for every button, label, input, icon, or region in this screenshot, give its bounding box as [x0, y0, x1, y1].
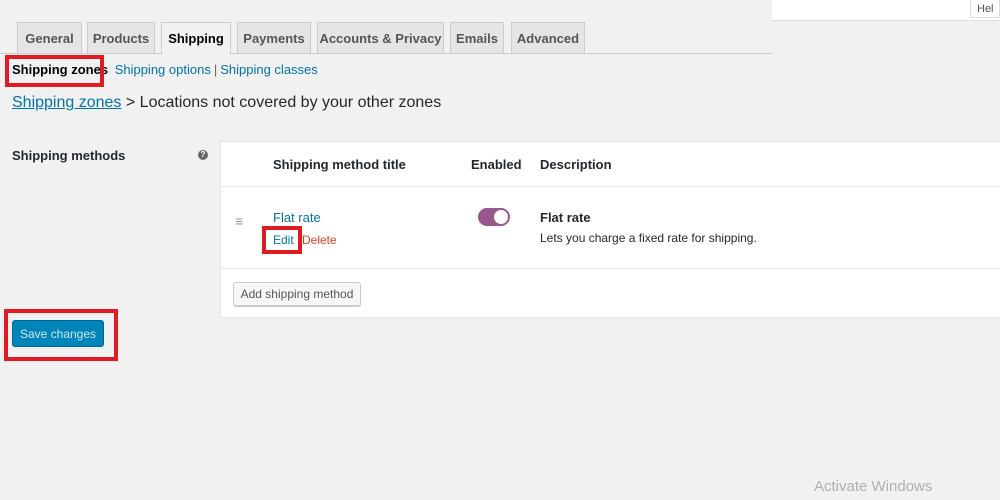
row-divider [220, 268, 1000, 269]
drag-handle-icon[interactable]: ≡ [235, 213, 243, 229]
description-text: Lets you charge a fixed rate for shippin… [540, 231, 757, 245]
method-title-flat-rate[interactable]: Flat rate [273, 210, 321, 225]
breadcrumb-current: Locations not covered by your other zone… [139, 94, 442, 111]
edit-method-link[interactable]: Edit [273, 233, 294, 247]
help-tip-icon[interactable]: ? [198, 150, 208, 160]
description-title: Flat rate [540, 210, 591, 225]
tab-payments[interactable]: Payments [237, 22, 311, 53]
column-header-title: Shipping method title [273, 157, 406, 172]
tab-advanced[interactable]: Advanced [511, 22, 585, 53]
header-divider [220, 186, 1000, 187]
breadcrumb-shipping-zones-link[interactable]: Shipping zones [12, 94, 121, 111]
subnav-shipping-zones[interactable]: Shipping zones [12, 62, 108, 77]
tab-emails[interactable]: Emails [450, 22, 504, 53]
delete-method-link[interactable]: Delete [302, 233, 337, 247]
help-strip: Hel [772, 0, 1000, 21]
subnav-shipping-options[interactable]: Shipping options [115, 62, 211, 77]
column-header-description: Description [540, 157, 612, 172]
activate-windows-watermark: Activate Windows [814, 478, 933, 495]
breadcrumb-separator: > [125, 94, 136, 111]
toggle-knob [494, 210, 508, 224]
shipping-subnav: Shipping zones Shipping options | Shipping… [12, 62, 318, 77]
tab-shipping[interactable]: Shipping [161, 22, 231, 54]
breadcrumb: Shipping zones > Locations not covered b… [12, 94, 441, 112]
enabled-toggle[interactable] [478, 208, 510, 226]
column-header-enabled: Enabled [471, 157, 522, 172]
add-shipping-method-button[interactable]: Add shipping method [233, 282, 361, 306]
help-tab-button[interactable]: Hel [970, 0, 1000, 18]
save-changes-button[interactable]: Save changes [12, 320, 104, 347]
shipping-methods-label: Shipping methods [12, 148, 126, 163]
subnav-shipping-classes[interactable]: Shipping classes [220, 62, 318, 77]
tab-general[interactable]: General [17, 22, 82, 53]
tab-products[interactable]: Products [87, 22, 155, 53]
tab-accounts-privacy[interactable]: Accounts & Privacy [317, 22, 444, 53]
subnav-separator: | [213, 62, 218, 77]
